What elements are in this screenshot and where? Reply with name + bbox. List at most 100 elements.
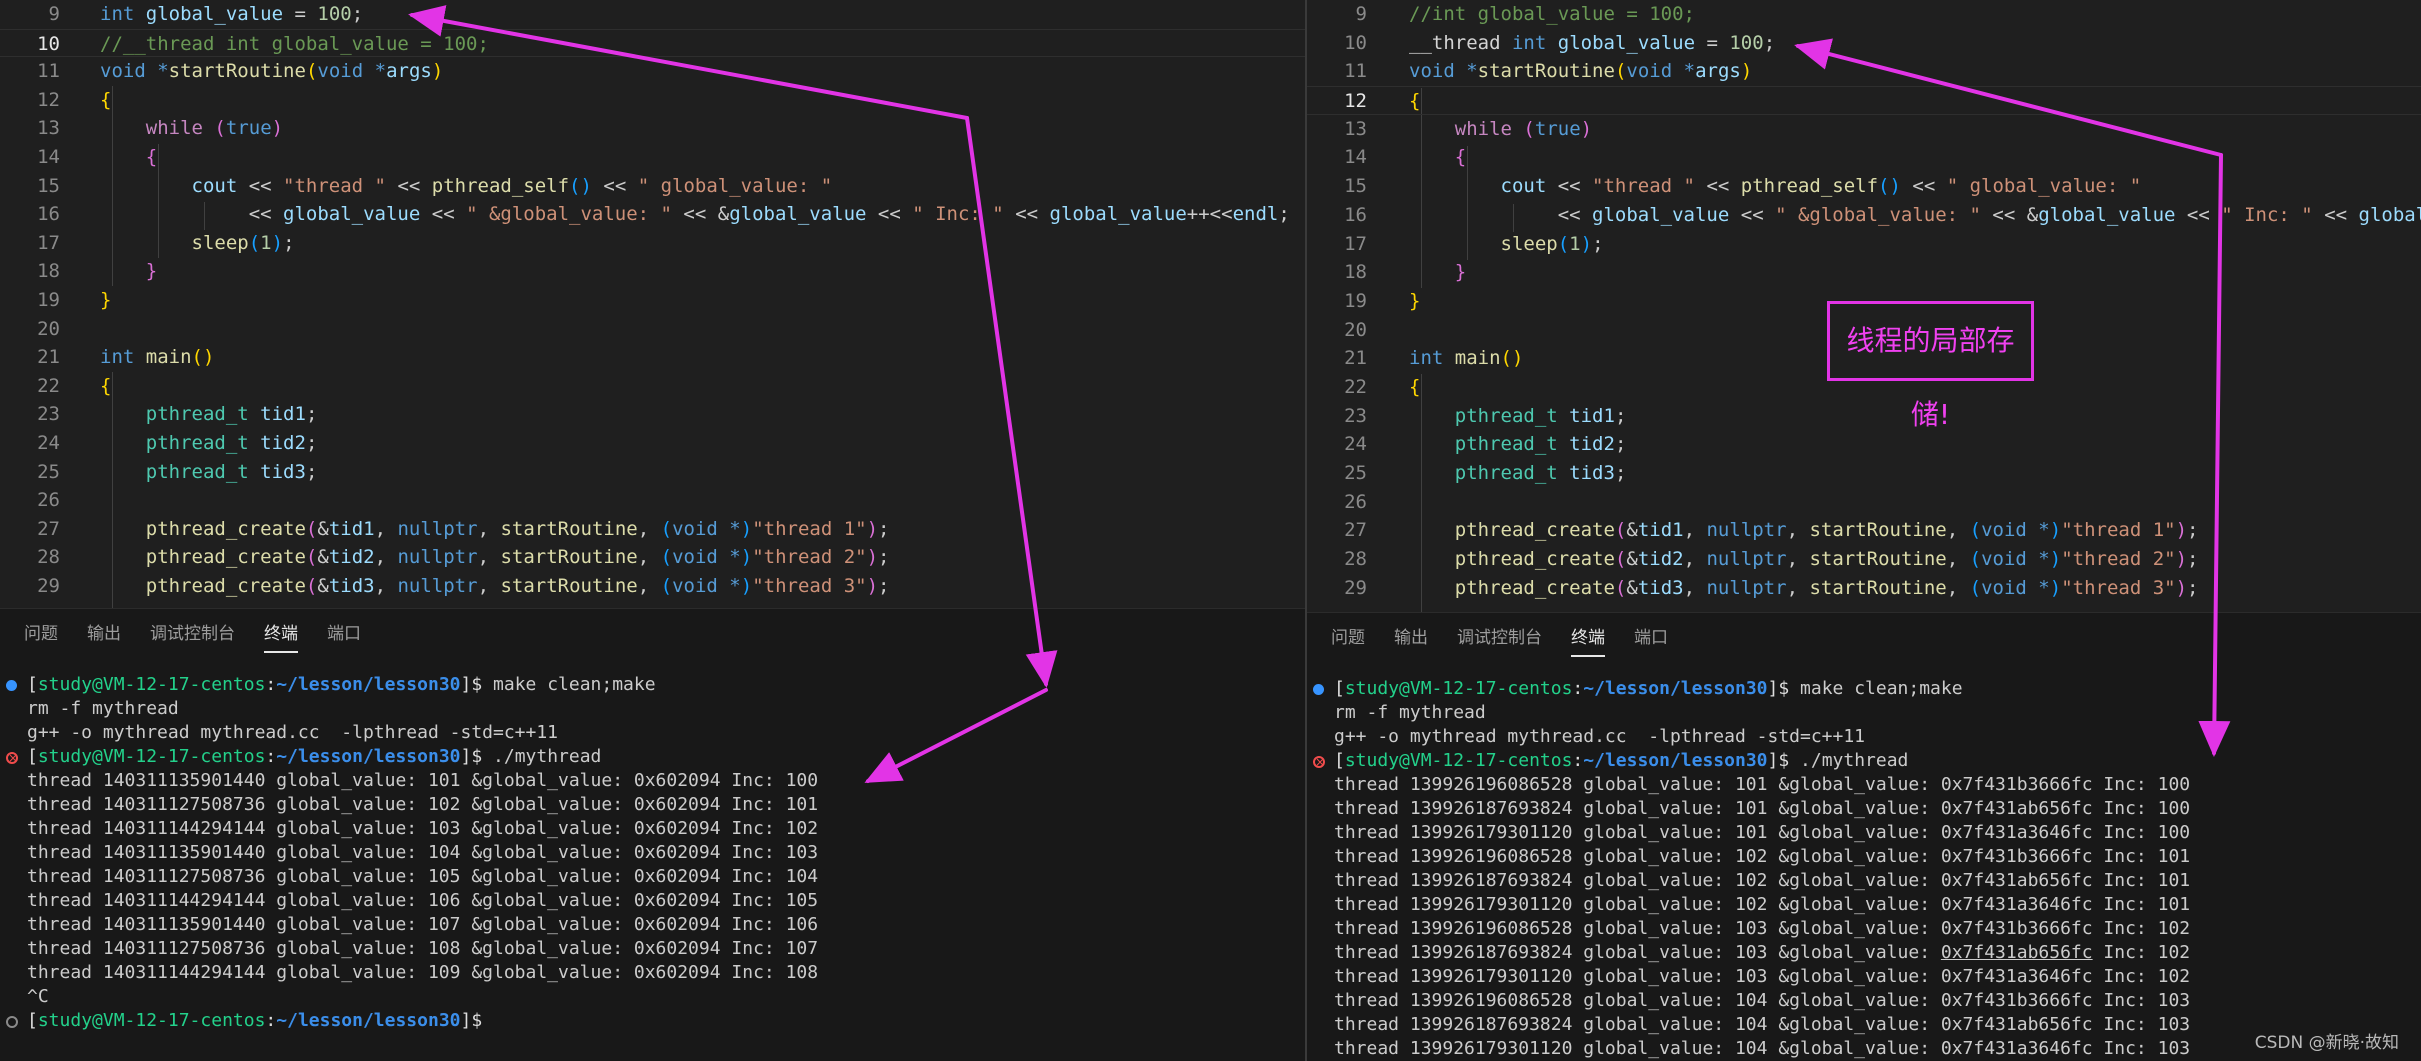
code-line: 23 pthread_t tid1; xyxy=(0,400,1305,429)
line-number: 17 xyxy=(1344,232,1367,255)
panel-tabs: 问题 输出 调试控制台 终端 端口 xyxy=(24,617,390,653)
code-line: 19} xyxy=(0,286,1305,315)
line-number: 29 xyxy=(37,574,60,597)
terminal-line: thread 140311144294144 global_value: 103… xyxy=(27,818,819,839)
code-line: 16 << global_value << " &global_value: "… xyxy=(0,200,1305,229)
command-error-icon[interactable] xyxy=(6,746,18,770)
line-number: 19 xyxy=(37,288,60,311)
tab-terminal[interactable]: 终端 xyxy=(1571,621,1605,657)
terminal-line: thread 140311144294144 global_value: 106… xyxy=(27,890,819,911)
terminal-line: thread 139926196086528 global_value: 102… xyxy=(1334,846,2191,867)
line-number: 26 xyxy=(1344,490,1367,513)
line-number: 20 xyxy=(37,317,60,340)
command-success-icon[interactable] xyxy=(1313,684,1324,695)
code-line: 14 { xyxy=(0,143,1305,172)
code-line: 9//int global_value = 100; xyxy=(1307,0,2421,29)
terminal-line: thread 140311127508736 global_value: 105… xyxy=(27,866,819,887)
terminal-line: g++ -o mythread mythread.cc -lpthread -s… xyxy=(1334,726,1866,747)
code-line: 17 sleep(1); xyxy=(0,229,1305,258)
line-number: 14 xyxy=(37,145,60,168)
screenshot-composite: 9 int global_value = 100; 10//__thread in… xyxy=(0,0,2421,1061)
terminal-line: thread 140311127508736 global_value: 108… xyxy=(27,938,819,959)
code-line: 24 pthread_t tid2; xyxy=(1307,430,2421,459)
tab-ports[interactable]: 端口 xyxy=(327,617,361,651)
tab-debug-console[interactable]: 调试控制台 xyxy=(150,617,235,651)
line-number: 17 xyxy=(37,231,60,254)
code-line: 18 } xyxy=(0,257,1305,286)
watermark: CSDN @新晓·故知 xyxy=(2254,1033,2399,1053)
right-terminal[interactable]: [study@VM-12-17-centos:~/lesson/lesson30… xyxy=(1307,677,2421,1061)
terminal-line: thread 139926187693824 global_value: 101… xyxy=(1334,798,2191,819)
code-line: 29 pthread_create(&tid3, nullptr, startR… xyxy=(1307,574,2421,603)
code-line: 22{ xyxy=(0,372,1305,401)
tab-problems[interactable]: 问题 xyxy=(1331,621,1365,655)
line-number: 18 xyxy=(37,260,60,283)
terminal-line: thread 139926179301120 global_value: 101… xyxy=(1334,822,2191,843)
line-number: 13 xyxy=(37,117,60,140)
code-line: 16 << global_value << " &global_value: "… xyxy=(1307,201,2421,230)
terminal-prompt-line: [study@VM-12-17-centos:~/lesson/lesson30… xyxy=(1307,677,2421,701)
line-number: 15 xyxy=(37,174,60,197)
code-line-current: 12{ xyxy=(1307,86,2421,115)
terminal-line: g++ -o mythread mythread.cc -lpthread -s… xyxy=(27,722,559,743)
line-number: 9 xyxy=(1355,3,1367,25)
terminal-line: thread 139926179301120 global_value: 103… xyxy=(1334,966,2191,987)
line-number: 27 xyxy=(37,517,60,540)
terminal-line: thread 139926196086528 global_value: 101… xyxy=(1334,774,2191,795)
tab-debug-console[interactable]: 调试控制台 xyxy=(1457,621,1542,655)
line-number: 11 xyxy=(37,60,60,83)
callout-box: 线程的局部存储! xyxy=(1827,301,2034,431)
terminal-line: thread 140311135901440 global_value: 104… xyxy=(27,842,819,863)
code-line: 14 { xyxy=(1307,143,2421,172)
right-bottom-panel: 问题 输出 调试控制台 终端 端口 [study@VM-12-17-centos… xyxy=(1307,612,2421,1061)
command-idle-icon[interactable] xyxy=(6,1016,18,1028)
code-line-current: 10//__thread int global_value = 100; xyxy=(0,28,1305,58)
left-bottom-panel: 问题 输出 调试控制台 终端 端口 [study@VM-12-17-centos… xyxy=(0,608,1305,1061)
line-number: 13 xyxy=(1344,117,1367,140)
code-line: 28 pthread_create(&tid2, nullptr, startR… xyxy=(0,543,1305,572)
line-number: 24 xyxy=(37,431,60,454)
tab-terminal[interactable]: 终端 xyxy=(264,617,298,653)
line-number: 10 xyxy=(37,32,60,55)
terminal-line: thread 140311135901440 global_value: 101… xyxy=(27,770,819,791)
terminal-link[interactable]: 0x7f431ab656fc xyxy=(1941,942,2093,963)
code-line: 12{ xyxy=(0,86,1305,115)
left-code-editor[interactable]: 9 int global_value = 100; 10//__thread in… xyxy=(0,0,1305,608)
tab-problems[interactable]: 问题 xyxy=(24,617,58,651)
code-line: 9 int global_value = 100; xyxy=(0,0,1305,29)
panel-tabs: 问题 输出 调试控制台 终端 端口 xyxy=(1331,621,1697,657)
terminal-line: thread 140311127508736 global_value: 102… xyxy=(27,794,819,815)
tab-ports[interactable]: 端口 xyxy=(1634,621,1668,655)
terminal-prompt-line: [study@VM-12-17-centos:~/lesson/lesson30… xyxy=(0,673,1305,697)
line-number: 20 xyxy=(1344,318,1367,341)
terminal-prompt-line: [study@VM-12-17-centos:~/lesson/lesson30… xyxy=(1307,749,2421,774)
left-editor-window: 9 int global_value = 100; 10//__thread in… xyxy=(0,0,1305,1061)
terminal-line: thread 139926187693824 global_value: 103… xyxy=(1334,942,2191,963)
code-line: 24 pthread_t tid2; xyxy=(0,429,1305,458)
code-line: 17 sleep(1); xyxy=(1307,230,2421,259)
line-number: 24 xyxy=(1344,433,1367,456)
terminal-line: thread 139926179301120 global_value: 102… xyxy=(1334,894,2191,915)
code-line: 29 pthread_create(&tid3, nullptr, startR… xyxy=(0,572,1305,601)
code-line: 15 cout << "thread " << pthread_self() <… xyxy=(0,172,1305,201)
code-line: 27 pthread_create(&tid1, nullptr, startR… xyxy=(0,515,1305,544)
line-number: 16 xyxy=(1344,203,1367,226)
tab-output[interactable]: 输出 xyxy=(1394,621,1428,655)
line-number: 15 xyxy=(1344,175,1367,198)
command-success-icon[interactable] xyxy=(6,680,17,691)
terminal-line: thread 140311135901440 global_value: 107… xyxy=(27,914,819,935)
code-line: 25 pthread_t tid3; xyxy=(0,458,1305,487)
line-number: 11 xyxy=(1344,60,1367,83)
line-number: 21 xyxy=(1344,347,1367,370)
command-error-icon[interactable] xyxy=(1313,750,1325,774)
code-line: 26 xyxy=(1307,488,2421,517)
code-line: 10 __thread int global_value = 100; xyxy=(1307,29,2421,58)
left-terminal[interactable]: [study@VM-12-17-centos:~/lesson/lesson30… xyxy=(0,673,1305,1033)
line-number: 21 xyxy=(37,346,60,369)
code-line: 25 pthread_t tid3; xyxy=(1307,459,2421,488)
line-number: 12 xyxy=(1344,90,1367,113)
code-line: 27 pthread_create(&tid1, nullptr, startR… xyxy=(1307,516,2421,545)
code-line: 21 int main() xyxy=(0,343,1305,372)
line-number: 23 xyxy=(1344,404,1367,427)
tab-output[interactable]: 输出 xyxy=(87,617,121,651)
